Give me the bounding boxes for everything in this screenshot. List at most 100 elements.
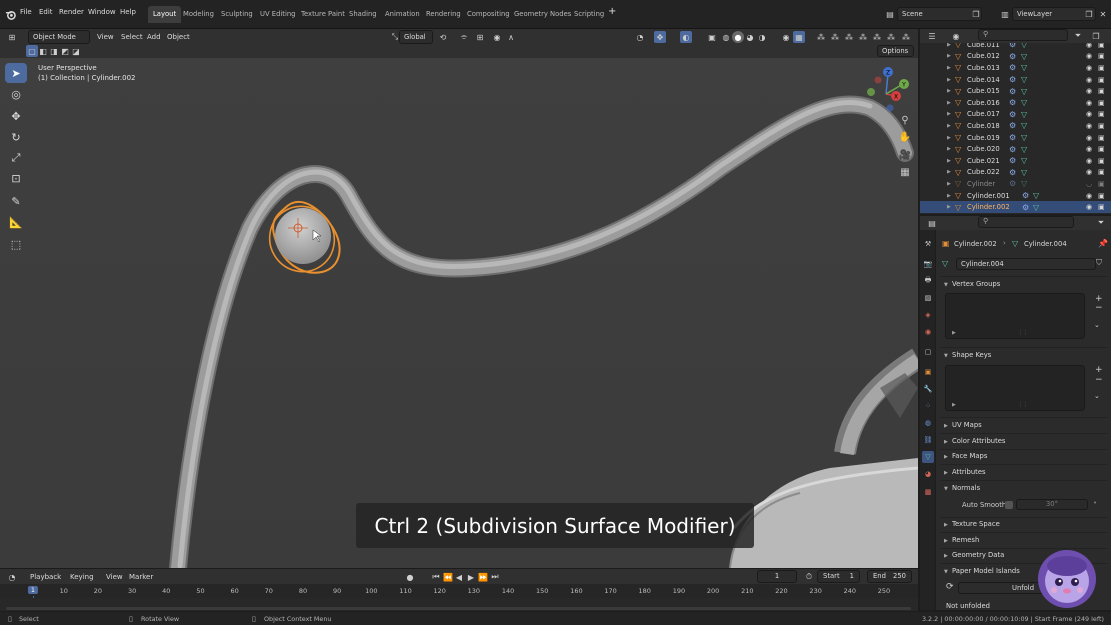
keyframe-dot-icon[interactable]: •	[1093, 499, 1097, 507]
outliner-editor-icon[interactable]: ☰	[926, 30, 938, 42]
vertex-group-specials-icon[interactable]: ⌄	[1094, 321, 1100, 329]
visibility-eye-icon[interactable]: ◉	[1086, 157, 1092, 165]
mesh-data-icon[interactable]: ▽	[1021, 179, 1027, 188]
expand-arrow-icon[interactable]: ▶	[947, 111, 951, 117]
mesh-data-icon[interactable]: ▽	[1033, 203, 1039, 212]
modifier-wrench-icon[interactable]: ⚙	[1009, 121, 1016, 130]
scene-icon[interactable]: ▤	[884, 8, 896, 20]
tab-layout[interactable]: Layout	[148, 6, 182, 23]
menu-edit[interactable]: Edit	[39, 8, 53, 16]
expand-arrow-icon[interactable]: ▶	[947, 193, 951, 199]
tab-texture-paint[interactable]: Texture Paint	[296, 6, 350, 23]
outliner-row[interactable]: ▶ ▽ Cube.021 ⚙ ▽ ◉ ▣	[920, 155, 1111, 167]
panel-normals[interactable]: ▼ Normals	[944, 484, 980, 492]
render-camera-icon[interactable]: ▣	[1098, 43, 1105, 49]
visibility-eye-icon[interactable]: ◉	[1086, 52, 1092, 60]
transform-tool-icon[interactable]: ⊡	[5, 168, 27, 188]
outliner-row[interactable]: ▶ ▽ Cylinder.001 ⚙ ▽ ◉ ▣	[920, 190, 1111, 202]
mesh-data-icon[interactable]: ▽	[1021, 133, 1027, 142]
collection-tab-icon[interactable]: ▢	[922, 346, 934, 358]
start-frame-field[interactable]: Start 1	[817, 570, 860, 583]
modifier-tab-icon[interactable]: 🔧	[922, 383, 934, 395]
modifier-wrench-icon[interactable]: ⚙	[1009, 43, 1016, 49]
fake-user-shield-icon[interactable]: ⛉	[1096, 258, 1102, 268]
play-reverse-icon[interactable]: ◀	[453, 571, 465, 583]
add-workspace-icon[interactable]: +	[608, 6, 616, 17]
tab-rendering[interactable]: Rendering	[421, 6, 466, 23]
outliner-row[interactable]: ▶ ▽ Cube.019 ⚙ ▽ ◉ ▣	[920, 132, 1111, 144]
menu-marker[interactable]: Marker	[129, 573, 153, 581]
shape-key-remove-icon[interactable]: −	[1095, 375, 1103, 385]
visibility-eye-icon[interactable]: ◉	[1086, 76, 1092, 84]
render-camera-icon[interactable]: ▣	[1098, 99, 1105, 107]
outliner-row[interactable]: ▶ ▽ Cube.016 ⚙ ▽ ◉ ▣	[920, 97, 1111, 109]
modifier-toggle-icon-7[interactable]: ⁂	[900, 31, 912, 43]
xray-icon[interactable]: ▣	[706, 31, 718, 43]
auto-smooth-checkbox[interactable]	[1005, 501, 1013, 509]
outliner-filter-icon[interactable]: ⏷	[1072, 30, 1084, 42]
gizmo-icon[interactable]: ✥	[654, 31, 666, 43]
panel-vertex-groups[interactable]: ▼ Vertex Groups	[944, 280, 1000, 288]
refresh-icon[interactable]: ⟳	[946, 582, 954, 592]
world-tab-icon[interactable]: ◉	[922, 326, 934, 338]
timeline-ruler[interactable]: 1 10 20 30 40 50 60 70 80 90 100 110 120 130 140 150 160…	[0, 584, 918, 610]
render-camera-icon[interactable]: ▣	[1098, 87, 1105, 95]
panel-shape-keys[interactable]: ▼ Shape Keys	[944, 351, 991, 359]
modifier-toggle-icon-3[interactable]: ⁂	[843, 31, 855, 43]
outliner-row[interactable]: ▶ ▽ Cylinder ⚙ ▽ ◡ ▣	[920, 178, 1111, 190]
particles-tab-icon[interactable]: ⁘	[922, 400, 934, 412]
pin-icon[interactable]: 📌	[1098, 239, 1108, 248]
camera-view-icon[interactable]: 🎥	[896, 147, 914, 163]
pan-hand-icon[interactable]: ✋	[896, 129, 914, 145]
menu-file[interactable]: File	[20, 8, 32, 16]
scene-new-icon[interactable]: ❐	[970, 8, 982, 20]
hidden-eye-icon[interactable]: ◡	[1086, 180, 1092, 188]
menu-help[interactable]: Help	[120, 8, 136, 16]
mesh-data-icon[interactable]: ▽	[1021, 110, 1027, 119]
modifier-wrench-icon[interactable]: ⚙	[1009, 145, 1016, 154]
visibility-eye-icon[interactable]: ◉	[1086, 43, 1092, 49]
properties-editor-icon[interactable]: ▤	[926, 217, 938, 229]
modifier-wrench-icon[interactable]: ⚙	[1009, 133, 1016, 142]
mesh-data-icon[interactable]: ▽	[1021, 52, 1027, 61]
move-tool-icon[interactable]: ✥	[5, 106, 27, 126]
cursor-tool-icon[interactable]: ◎	[5, 84, 27, 104]
shape-key-specials-icon[interactable]: ⌄	[1094, 392, 1100, 400]
tab-modeling[interactable]: Modeling	[178, 6, 219, 23]
rendered-shading-icon[interactable]: ◑	[756, 31, 768, 43]
properties-options-icon[interactable]: ⏷	[1095, 217, 1107, 229]
render-camera-icon[interactable]: ▣	[1098, 157, 1105, 165]
data-tab-icon[interactable]: ▽	[922, 451, 934, 463]
viewlayer-new-icon[interactable]: ❐	[1083, 8, 1095, 20]
expand-arrow-icon[interactable]: ▶	[947, 65, 951, 71]
list-resize-handle-icon[interactable]: ⋮⋮	[1018, 402, 1028, 408]
render-camera-icon[interactable]: ▣	[1098, 64, 1105, 72]
transform-orientation-select[interactable]: Global	[399, 30, 433, 44]
tab-shading[interactable]: Shading	[344, 6, 382, 23]
jump-start-icon[interactable]: ⏮	[430, 571, 442, 583]
physics-tab-icon[interactable]: ◍	[922, 417, 934, 429]
tab-animation[interactable]: Animation	[380, 6, 425, 23]
visibility-eye-icon[interactable]: ◉	[1086, 192, 1092, 200]
panel-attributes[interactable]: ▶ Attributes	[944, 468, 986, 476]
select-mode-intersect-icon[interactable]: ◪	[70, 45, 82, 57]
render-camera-icon[interactable]: ▣	[1098, 203, 1105, 211]
panel-geometry-data[interactable]: ▶ Geometry Data	[944, 551, 1004, 559]
panel-face-maps[interactable]: ▶ Face Maps	[944, 452, 987, 460]
timeline-editor-icon[interactable]: ◔	[6, 571, 18, 583]
list-expand-icon[interactable]: ▶	[952, 402, 956, 408]
mesh-data-icon[interactable]: ▽	[1021, 156, 1027, 165]
outliner-row[interactable]: ▶ ▽ Cylinder.002 ⚙ ▽ ◉ ▣	[920, 201, 1111, 213]
select-tool-icon[interactable]: ➤	[5, 63, 27, 83]
visibility-eye-icon[interactable]: ◉	[1086, 99, 1092, 107]
menu-view[interactable]: View	[97, 33, 114, 41]
mesh-data-icon[interactable]: ▽	[1021, 75, 1027, 84]
play-icon[interactable]: ▶	[465, 571, 477, 583]
add-cube-tool-icon[interactable]: ⬚	[5, 234, 27, 254]
menu-render[interactable]: Render	[59, 8, 84, 16]
visibility-eye-icon[interactable]: ◉	[1086, 64, 1092, 72]
menu-object[interactable]: Object	[167, 33, 190, 41]
modifier-wrench-icon[interactable]: ⚙	[1009, 156, 1016, 165]
current-frame-field[interactable]: 1	[757, 570, 797, 583]
snap-target-icon[interactable]: ⊞	[474, 31, 486, 43]
